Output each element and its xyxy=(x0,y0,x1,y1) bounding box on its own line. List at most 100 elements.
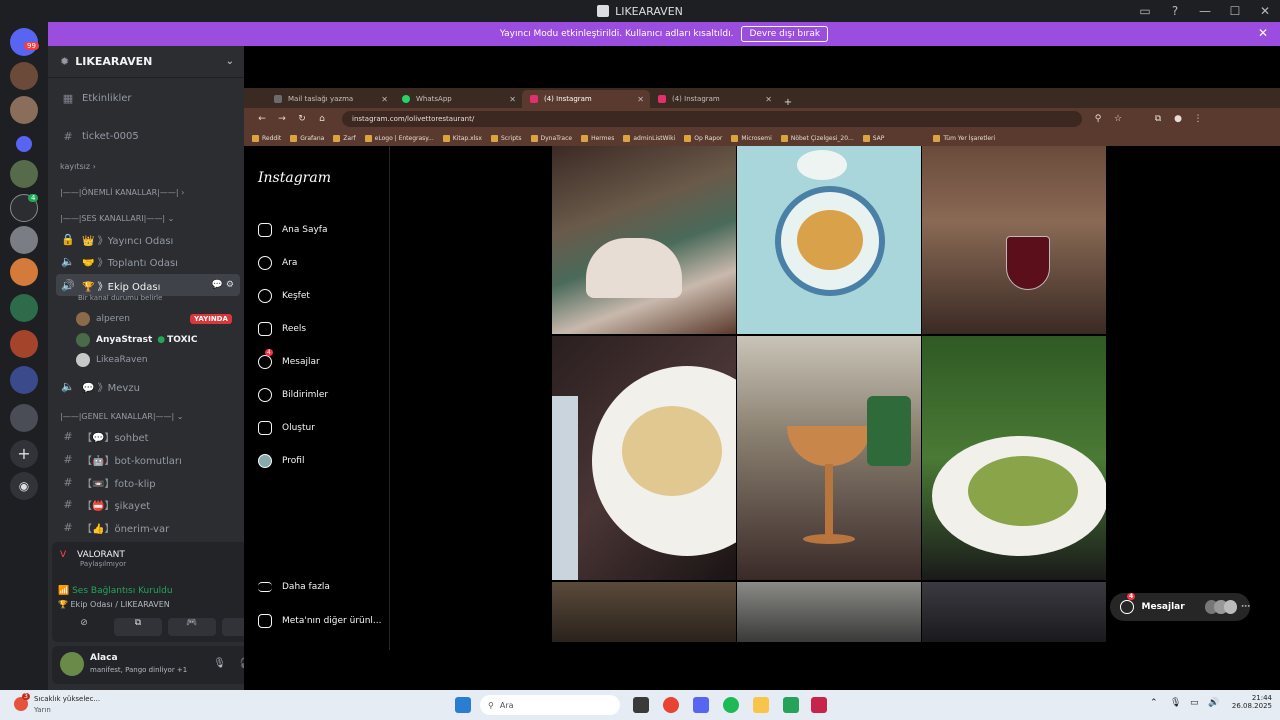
channel-settings-icon[interactable]: 💬 ⚙ xyxy=(212,280,234,290)
star-icon[interactable]: ☆ xyxy=(1108,114,1128,124)
home-icon[interactable]: ⌂ xyxy=(312,114,332,124)
bookmark[interactable]: Kitap.xlsx xyxy=(443,135,482,142)
post-thumbnail-pasta-plate[interactable] xyxy=(737,146,921,334)
close-icon[interactable]: ✕ xyxy=(1258,26,1268,40)
server-icon[interactable] xyxy=(10,404,38,432)
spotify-icon[interactable] xyxy=(723,697,739,713)
category-ses[interactable]: |——|SES KANALLARI|——| ⌄ xyxy=(60,214,174,223)
browser-tab-active[interactable]: (4) Instagram ✕ xyxy=(522,90,650,108)
voice-user[interactable]: alperen YAYINDA xyxy=(76,310,232,328)
weather-title[interactable]: Sıcaklık yükselec... xyxy=(34,695,100,703)
avatar[interactable] xyxy=(60,652,84,676)
text-channel[interactable]: # 【🤖】bot-komutları xyxy=(56,449,240,469)
app-icon[interactable] xyxy=(783,697,799,713)
nav-profile[interactable]: Profil xyxy=(258,452,304,470)
stream-button[interactable]: ⧉ xyxy=(114,618,162,636)
bookmark[interactable]: Grafana xyxy=(290,135,324,142)
zoom-icon[interactable]: ⚲ xyxy=(1088,114,1108,124)
valorant-icon[interactable] xyxy=(811,697,827,713)
volume-icon[interactable]: 🔊 xyxy=(1208,698,1219,708)
clock[interactable]: 21:44 26.08.2025 xyxy=(1226,694,1272,710)
category-genel[interactable]: |——|GENEL KANALLAR|——| ⌄ xyxy=(60,412,184,421)
bookmark[interactable]: adminListWiki xyxy=(623,135,675,142)
dm-avatar[interactable] xyxy=(10,62,38,90)
text-channel[interactable]: # 【👍】önerim-var xyxy=(56,517,240,537)
activity-button[interactable]: 🎮 xyxy=(168,618,216,636)
category-onemli[interactable]: |——|ÖNEMLİ KANALLAR|——| › xyxy=(60,188,184,197)
server-icon[interactable] xyxy=(10,330,38,358)
voice-channel-ekip[interactable]: 🔊 🏆 》Ekip Odası 💬 ⚙ xyxy=(56,274,240,296)
voice-channel-mevzu[interactable]: 🔈 💬 》Mevzu xyxy=(56,376,240,396)
post-thumbnail-salad-plate[interactable] xyxy=(922,336,1106,580)
post-thumbnail-interior[interactable] xyxy=(552,582,736,642)
folder-icon[interactable] xyxy=(16,136,32,152)
nav-reels[interactable]: Reels xyxy=(258,320,306,338)
post-thumbnail-dining-room[interactable] xyxy=(552,146,736,334)
chevron-up-icon[interactable]: ⌃ xyxy=(1150,698,1158,708)
voice-channel-toplanti[interactable]: 🔈 🤝 》Toplantı Odası xyxy=(56,251,240,271)
inbox-icon[interactable]: ▭ xyxy=(1130,4,1160,18)
network-icon[interactable]: ▭ xyxy=(1190,698,1199,708)
browser-tab[interactable]: WhatsApp ✕ xyxy=(394,90,522,108)
nav-more[interactable]: Daha fazla xyxy=(258,578,330,596)
task-view-icon[interactable] xyxy=(633,697,649,713)
chrome-icon[interactable] xyxy=(663,697,679,713)
all-bookmarks[interactable]: Tüm Yer İşaretleri xyxy=(933,135,995,142)
nav-home[interactable]: Ana Sayfa xyxy=(258,221,327,239)
server-icon[interactable] xyxy=(10,366,38,394)
extensions-icon[interactable]: ⧉ xyxy=(1148,114,1168,124)
events-item[interactable]: ▦ Etkinlikler xyxy=(56,88,240,108)
bookmark[interactable]: Hermes xyxy=(581,135,614,142)
camera-off-button[interactable]: ⊘ xyxy=(60,618,108,636)
bookmark[interactable]: Nöbet Çizelgesi_20... xyxy=(781,135,854,142)
minimize-button[interactable]: — xyxy=(1190,4,1220,18)
voice-user[interactable]: LikeaRaven xyxy=(76,351,148,369)
bookmark[interactable]: Zarf xyxy=(333,135,355,142)
nav-meta[interactable]: Meta'nın diğer ürünl... xyxy=(258,612,382,630)
bookmark[interactable]: SAP xyxy=(863,135,885,142)
back-icon[interactable]: ← xyxy=(252,114,272,124)
nav-search[interactable]: Ara xyxy=(258,254,297,272)
browser-tab[interactable]: (4) Instagram ✕ xyxy=(650,90,778,108)
bookmark[interactable]: Scripts xyxy=(491,135,522,142)
help-icon[interactable]: ? xyxy=(1160,4,1190,18)
close-tab-icon[interactable]: ✕ xyxy=(509,95,516,104)
close-tab-icon[interactable]: ✕ xyxy=(381,95,388,104)
dm-avatar[interactable] xyxy=(10,96,38,124)
nav-messages[interactable]: 4 Mesajlar xyxy=(258,349,320,371)
post-thumbnail-interior[interactable] xyxy=(922,582,1106,642)
bookmark[interactable]: eLogo | Entegrasy... xyxy=(365,135,434,142)
reload-icon[interactable]: ↻ xyxy=(292,114,312,124)
text-channel[interactable]: # 【📛】şikayet xyxy=(56,494,240,514)
discover-icon[interactable]: ◉ xyxy=(10,472,38,500)
voice-channel-yayinci[interactable]: 🔒 👑 》Yayıncı Odası xyxy=(56,229,240,249)
post-thumbnail-dessert-glass[interactable] xyxy=(737,336,921,580)
voice-status[interactable]: 📶 Ses Bağlantısı Kuruldu xyxy=(58,586,173,596)
mic-icon[interactable]: 🎙 xyxy=(213,658,226,669)
mic-icon[interactable]: 🎙 xyxy=(1170,698,1181,708)
close-tab-icon[interactable]: ✕ xyxy=(765,95,772,104)
category-kayitsiz[interactable]: kayıtsız › xyxy=(60,162,96,171)
bookmark[interactable]: Reddit xyxy=(252,135,281,142)
server-icon[interactable] xyxy=(10,258,38,286)
close-tab-icon[interactable]: ✕ xyxy=(637,95,644,104)
server-icon[interactable] xyxy=(10,294,38,322)
messages-pill[interactable]: 4 Mesajlar ⋯ xyxy=(1110,593,1250,621)
instagram-logo[interactable]: Instagram xyxy=(258,170,331,186)
voice-user[interactable]: AnyaStrast ● TOXIC xyxy=(76,331,198,349)
disable-streamer-mode-button[interactable]: Devre dışı bırak xyxy=(741,26,829,42)
maximize-button[interactable]: ☐ xyxy=(1220,4,1250,18)
nav-notifications[interactable]: Bildirimler xyxy=(258,386,328,404)
post-thumbnail-truffle-pasta[interactable] xyxy=(552,336,736,580)
close-button[interactable]: ✕ xyxy=(1250,4,1280,18)
file-explorer-icon[interactable] xyxy=(753,697,769,713)
server-header[interactable]: ✹ LIKEARAVEN ⌄ xyxy=(48,46,244,78)
taskbar-search[interactable]: ⚲ Ara xyxy=(480,695,620,715)
server-icon[interactable] xyxy=(10,226,38,254)
forward-icon[interactable]: → xyxy=(272,114,292,124)
browser-tab[interactable]: Mail taslağı yazma ✕ xyxy=(266,90,394,108)
add-server-icon[interactable]: + xyxy=(10,440,38,468)
server-icon[interactable] xyxy=(10,160,38,188)
channel-ticket[interactable]: # ticket-0005 xyxy=(56,126,240,146)
discord-icon[interactable] xyxy=(693,697,709,713)
